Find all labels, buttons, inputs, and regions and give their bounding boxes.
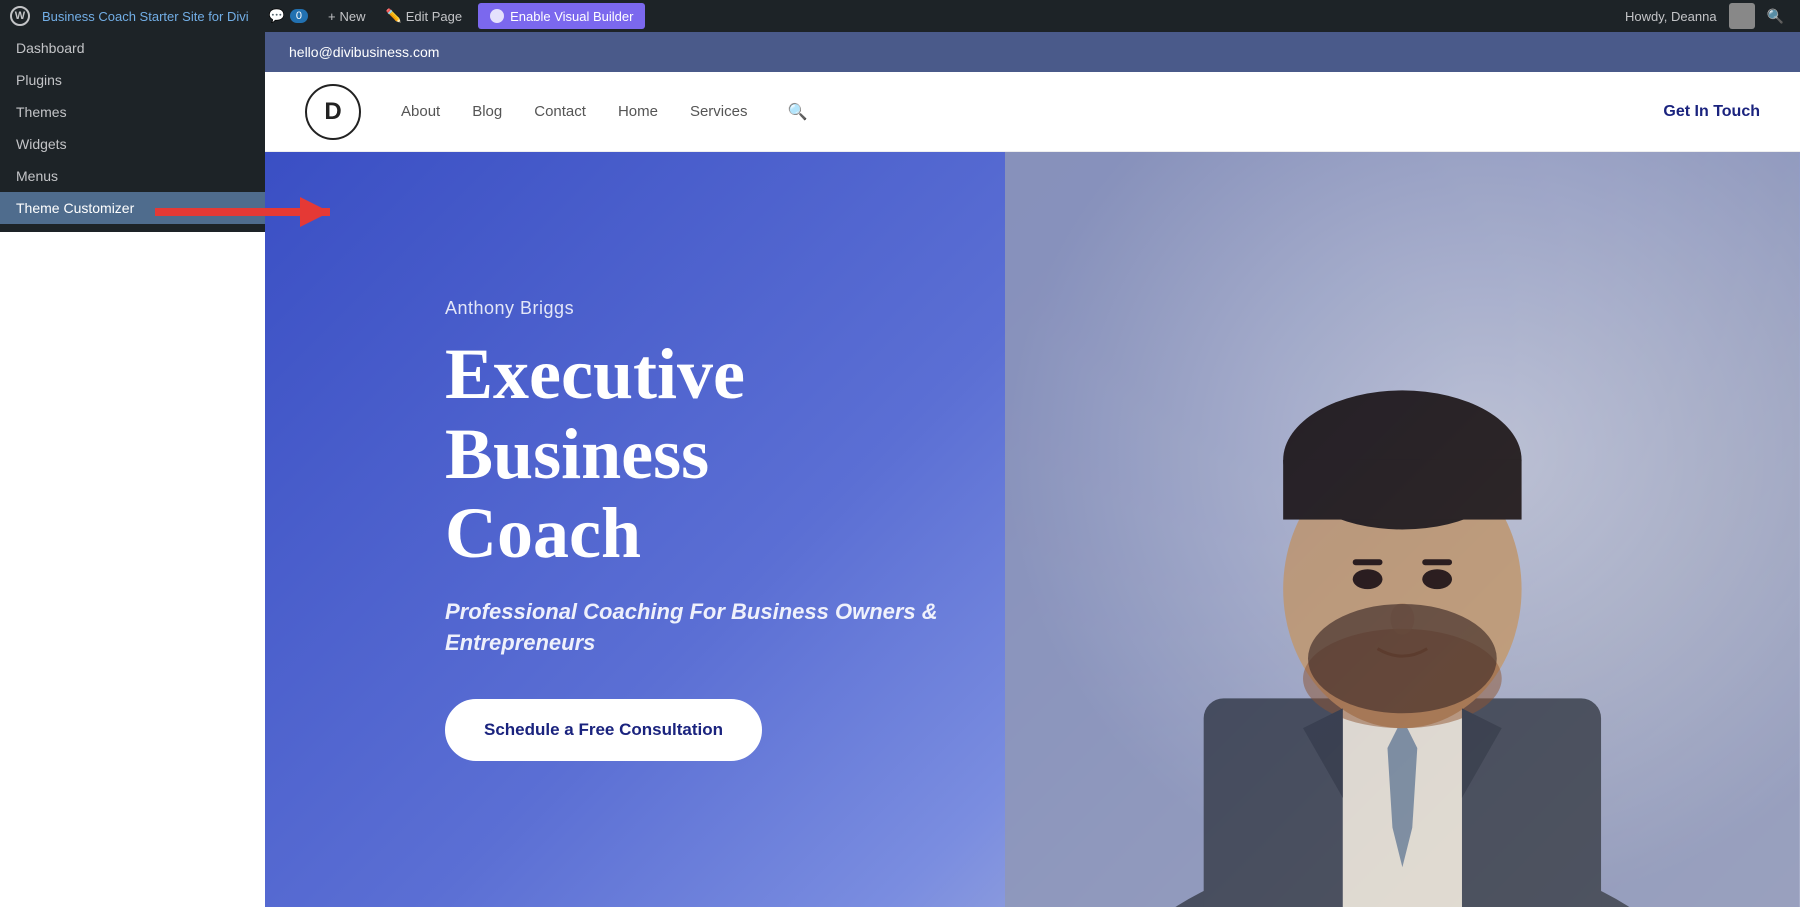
- admin-bar-right: Howdy, Deanna 🔍: [1617, 3, 1792, 29]
- dropdown-item-theme-customizer[interactable]: Theme Customizer: [0, 192, 265, 224]
- new-button[interactable]: + New: [318, 0, 376, 32]
- email-link[interactable]: hello@divibusiness.com: [289, 44, 439, 60]
- howdy-text: Howdy, Deanna: [1617, 9, 1725, 24]
- email-bar: hello@divibusiness.com: [265, 32, 1800, 72]
- user-avatar[interactable]: [1729, 3, 1755, 29]
- nav-link-contact[interactable]: Contact: [534, 103, 586, 120]
- admin-search-icon[interactable]: 🔍: [1759, 8, 1792, 25]
- wordpress-icon: W: [10, 6, 30, 26]
- get-in-touch-button[interactable]: Get In Touch: [1663, 103, 1760, 121]
- pencil-icon: ✏️: [386, 8, 402, 24]
- wp-logo[interactable]: W: [8, 4, 32, 28]
- visual-builder-icon: [490, 9, 504, 23]
- nav-link-services[interactable]: Services: [690, 103, 748, 120]
- hero-person-image: [879, 152, 1800, 907]
- edit-page-button[interactable]: ✏️ Edit Page: [376, 0, 473, 32]
- site-header: D About Blog Contact Home Services 🔍 Get…: [265, 72, 1800, 152]
- comments-link[interactable]: 💬 0: [259, 0, 318, 32]
- hero-subtitle: Professional Coaching For Business Owner…: [445, 597, 965, 659]
- dropdown-item-themes[interactable]: Themes: [0, 96, 265, 128]
- cta-schedule-button[interactable]: Schedule a Free Consultation: [445, 699, 762, 761]
- dropdown-item-dashboard[interactable]: Dashboard: [0, 32, 265, 64]
- hero-section: Anthony Briggs Executive Business Coach …: [265, 152, 1800, 907]
- hero-content: Anthony Briggs Executive Business Coach …: [265, 298, 965, 760]
- visual-builder-button[interactable]: Enable Visual Builder: [478, 3, 645, 29]
- nav-link-home[interactable]: Home: [618, 103, 658, 120]
- appearance-dropdown-menu: Dashboard Plugins Themes Widgets Menus T…: [0, 32, 265, 232]
- site-content-area: hello@divibusiness.com D About Blog Cont…: [265, 32, 1800, 907]
- nav-link-about[interactable]: About: [401, 103, 440, 120]
- nav-search-icon[interactable]: 🔍: [787, 102, 807, 122]
- dropdown-item-menus[interactable]: Menus: [0, 160, 265, 192]
- comment-icon: 💬: [269, 8, 285, 24]
- hero-title: Executive Business Coach: [445, 335, 965, 573]
- dropdown-item-plugins[interactable]: Plugins: [0, 64, 265, 96]
- main-nav: About Blog Contact Home Services 🔍: [401, 102, 807, 122]
- site-logo[interactable]: D: [305, 84, 361, 140]
- dropdown-item-widgets[interactable]: Widgets: [0, 128, 265, 160]
- admin-bar: W Business Coach Starter Site for Divi 💬…: [0, 0, 1800, 32]
- nav-link-blog[interactable]: Blog: [472, 103, 502, 120]
- plus-icon: +: [328, 9, 336, 24]
- comment-count: 0: [290, 9, 308, 23]
- site-name[interactable]: Business Coach Starter Site for Divi: [32, 0, 259, 32]
- hero-person-name: Anthony Briggs: [445, 298, 965, 319]
